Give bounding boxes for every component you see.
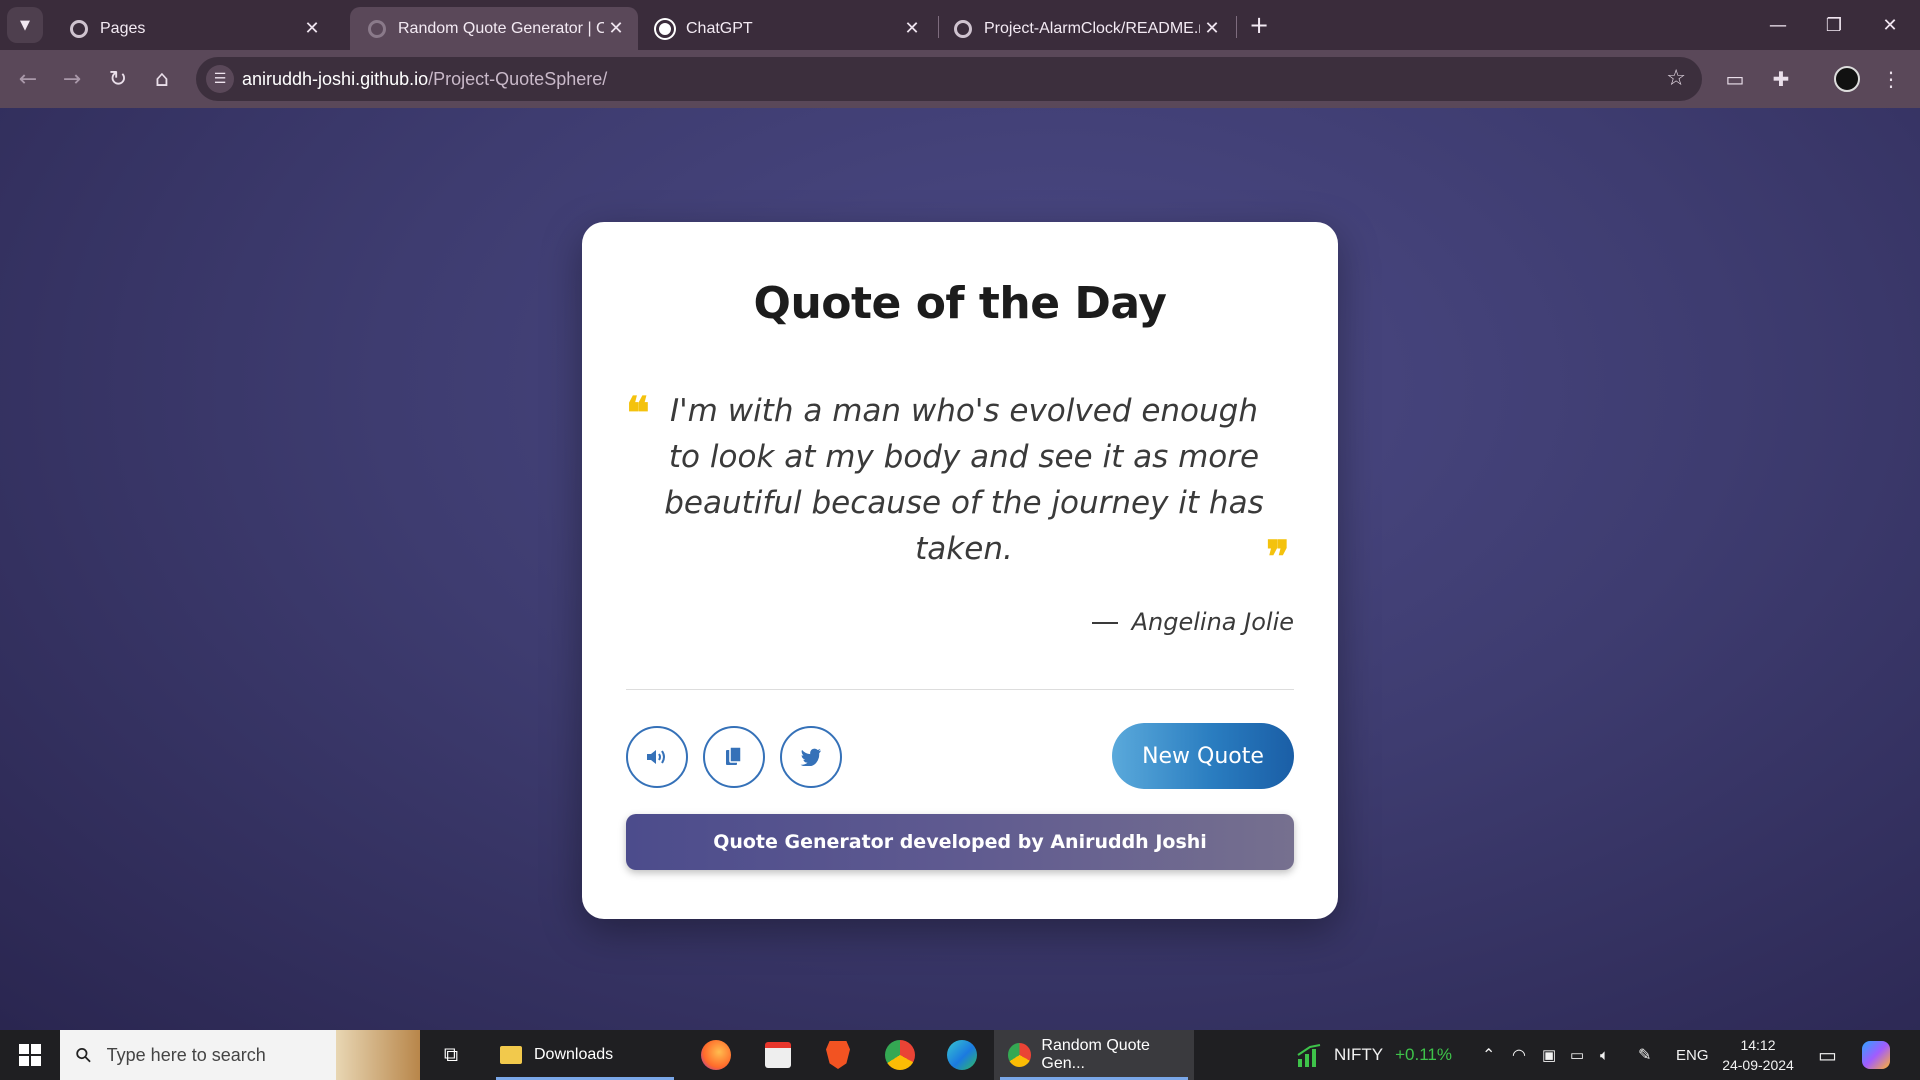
tab-project-alarmclock[interactable]: Project-AlarmClock/README.m ✕ — [936, 7, 1234, 50]
twitter-icon — [800, 748, 821, 766]
taskbar-downloads[interactable]: Downloads — [490, 1030, 680, 1080]
github-icon — [70, 19, 88, 38]
close-icon[interactable]: ✕ — [900, 18, 924, 39]
copilot-icon[interactable] — [1862, 1030, 1890, 1080]
tab-groups-icon[interactable]: ▭ — [1718, 62, 1752, 96]
tab-title: Random Quote Generator | Coc — [398, 19, 604, 37]
address-bar[interactable]: ☰ aniruddh-joshi.github.io/Project-Quote… — [196, 57, 1702, 101]
meet-icon[interactable]: ▣ — [1542, 1030, 1556, 1080]
battery-icon[interactable]: ▭ — [1570, 1030, 1584, 1080]
restore-icon[interactable]: ❐ — [1812, 8, 1856, 42]
new-tab-button[interactable]: + — [1244, 10, 1274, 40]
downloads-label: Downloads — [534, 1046, 614, 1063]
chatgpt-icon — [656, 19, 674, 38]
clock-time: 14:12 — [1740, 1037, 1776, 1053]
forward-arrow-icon[interactable]: → — [54, 61, 90, 97]
stock-widget[interactable]: NIFTY +0.11% — [1296, 1030, 1452, 1080]
profile-avatar[interactable] — [1834, 66, 1860, 92]
page-title: Quote of the Day — [753, 278, 1167, 329]
site-info-icon[interactable]: ☰ — [206, 65, 234, 93]
tweet-button[interactable] — [780, 726, 842, 788]
url-text[interactable]: aniruddh-joshi.github.io/Project-QuoteSp… — [242, 69, 607, 90]
start-button[interactable] — [0, 1030, 60, 1080]
tab-random-quote-generator[interactable]: Random Quote Generator | Coc ✕ — [350, 7, 638, 50]
ticker-name: NIFTY — [1334, 1045, 1384, 1064]
close-icon[interactable]: ✕ — [604, 18, 628, 39]
url-host: aniruddh-joshi.github.io — [242, 69, 429, 89]
tab-search-button[interactable]: ▼ — [7, 7, 43, 43]
clock-date: 24-09-2024 — [1722, 1057, 1794, 1073]
tab-pages[interactable]: Pages ✕ — [52, 7, 334, 50]
copy-button[interactable] — [703, 726, 765, 788]
quote-card: Quote of the Day ❝ I'm with a man who's … — [582, 222, 1338, 919]
ticker-change: +0.11% — [1395, 1045, 1452, 1064]
search-highlight-image — [336, 1030, 420, 1080]
chevron-up-icon[interactable]: ⌃ — [1482, 1030, 1495, 1080]
tab-title: Project-AlarmClock/README.m — [984, 19, 1200, 37]
chart-up-icon — [1297, 1044, 1321, 1067]
minimize-icon[interactable]: — — [1756, 8, 1800, 42]
menu-dots-icon[interactable]: ⋮ — [1874, 62, 1908, 96]
windows-logo-icon — [19, 1044, 41, 1066]
taskbar-search[interactable]: ⚲ Type here to search — [60, 1030, 420, 1080]
tab-title: ChatGPT — [686, 19, 753, 37]
home-icon[interactable]: ⌂ — [144, 61, 180, 97]
credit-bar: Quote Generator developed by Aniruddh Jo… — [626, 814, 1294, 870]
windows-taskbar: ⚲ Type here to search ⧉ Downloads Random… — [0, 1030, 1920, 1080]
taskbar-chrome-window[interactable]: Random Quote Gen... — [994, 1030, 1194, 1080]
wifi-icon[interactable]: ◠ — [1512, 1030, 1526, 1080]
back-arrow-icon[interactable]: ← — [10, 61, 46, 97]
quote-text: I'm with a man who's evolved enough to l… — [664, 393, 1264, 567]
browser-toolbar: ← → ↻ ⌂ ☰ aniruddh-joshi.github.io/Proje… — [0, 50, 1920, 108]
new-quote-button[interactable]: New Quote — [1112, 723, 1294, 789]
divider — [626, 689, 1294, 690]
copy-icon — [726, 746, 742, 765]
calendar-app-icon[interactable] — [756, 1030, 800, 1080]
author-dash — [1091, 622, 1118, 624]
search-placeholder: Type here to search — [106, 1044, 266, 1065]
close-quote-icon: ❞ — [1266, 532, 1290, 583]
chrome-icon — [1008, 1043, 1032, 1067]
github-icon — [954, 19, 972, 38]
chrome-icon[interactable] — [878, 1030, 922, 1080]
bookmark-star-icon[interactable]: ☆ — [1666, 66, 1686, 91]
clock[interactable]: 14:12 24-09-2024 — [1714, 1030, 1802, 1080]
task-view-icon[interactable]: ⧉ — [428, 1030, 474, 1080]
loading-icon — [368, 19, 386, 38]
volume-tray-icon[interactable]: 🔈︎ — [1600, 1030, 1609, 1080]
language-indicator[interactable]: ENG — [1676, 1030, 1709, 1080]
close-icon[interactable]: ✕ — [300, 18, 324, 39]
search-icon: ⚲ — [69, 1041, 97, 1069]
close-icon[interactable]: ✕ — [1200, 18, 1224, 39]
extensions-icon[interactable]: ✚ — [1764, 62, 1798, 96]
tab-chatgpt[interactable]: ChatGPT ✕ — [638, 7, 934, 50]
quote-author: Angelina Jolie — [1091, 608, 1294, 636]
reload-icon[interactable]: ↻ — [100, 61, 136, 97]
speak-button[interactable] — [626, 726, 688, 788]
browser-tab-bar: ▼ Pages ✕ Random Quote Generator | Coc ✕… — [0, 0, 1920, 50]
pen-icon[interactable]: ✎ — [1638, 1030, 1651, 1080]
folder-icon — [500, 1046, 522, 1064]
active-window-label: Random Quote Gen... — [1041, 1037, 1150, 1072]
close-window-icon[interactable]: ✕ — [1868, 8, 1912, 42]
author-name: Angelina Jolie — [1131, 608, 1294, 636]
tab-title: Pages — [100, 19, 146, 37]
firefox-icon[interactable] — [694, 1030, 738, 1080]
page-background: Quote of the Day ❝ I'm with a man who's … — [0, 108, 1920, 1030]
open-quote-icon: ❝ — [626, 388, 650, 439]
volume-icon — [647, 750, 665, 764]
edge-icon[interactable] — [940, 1030, 984, 1080]
notifications-icon[interactable]: ▭ — [1818, 1030, 1837, 1080]
tab-separator — [1236, 16, 1237, 38]
brave-icon[interactable] — [816, 1030, 860, 1080]
url-path: /Project-QuoteSphere/ — [428, 69, 608, 89]
